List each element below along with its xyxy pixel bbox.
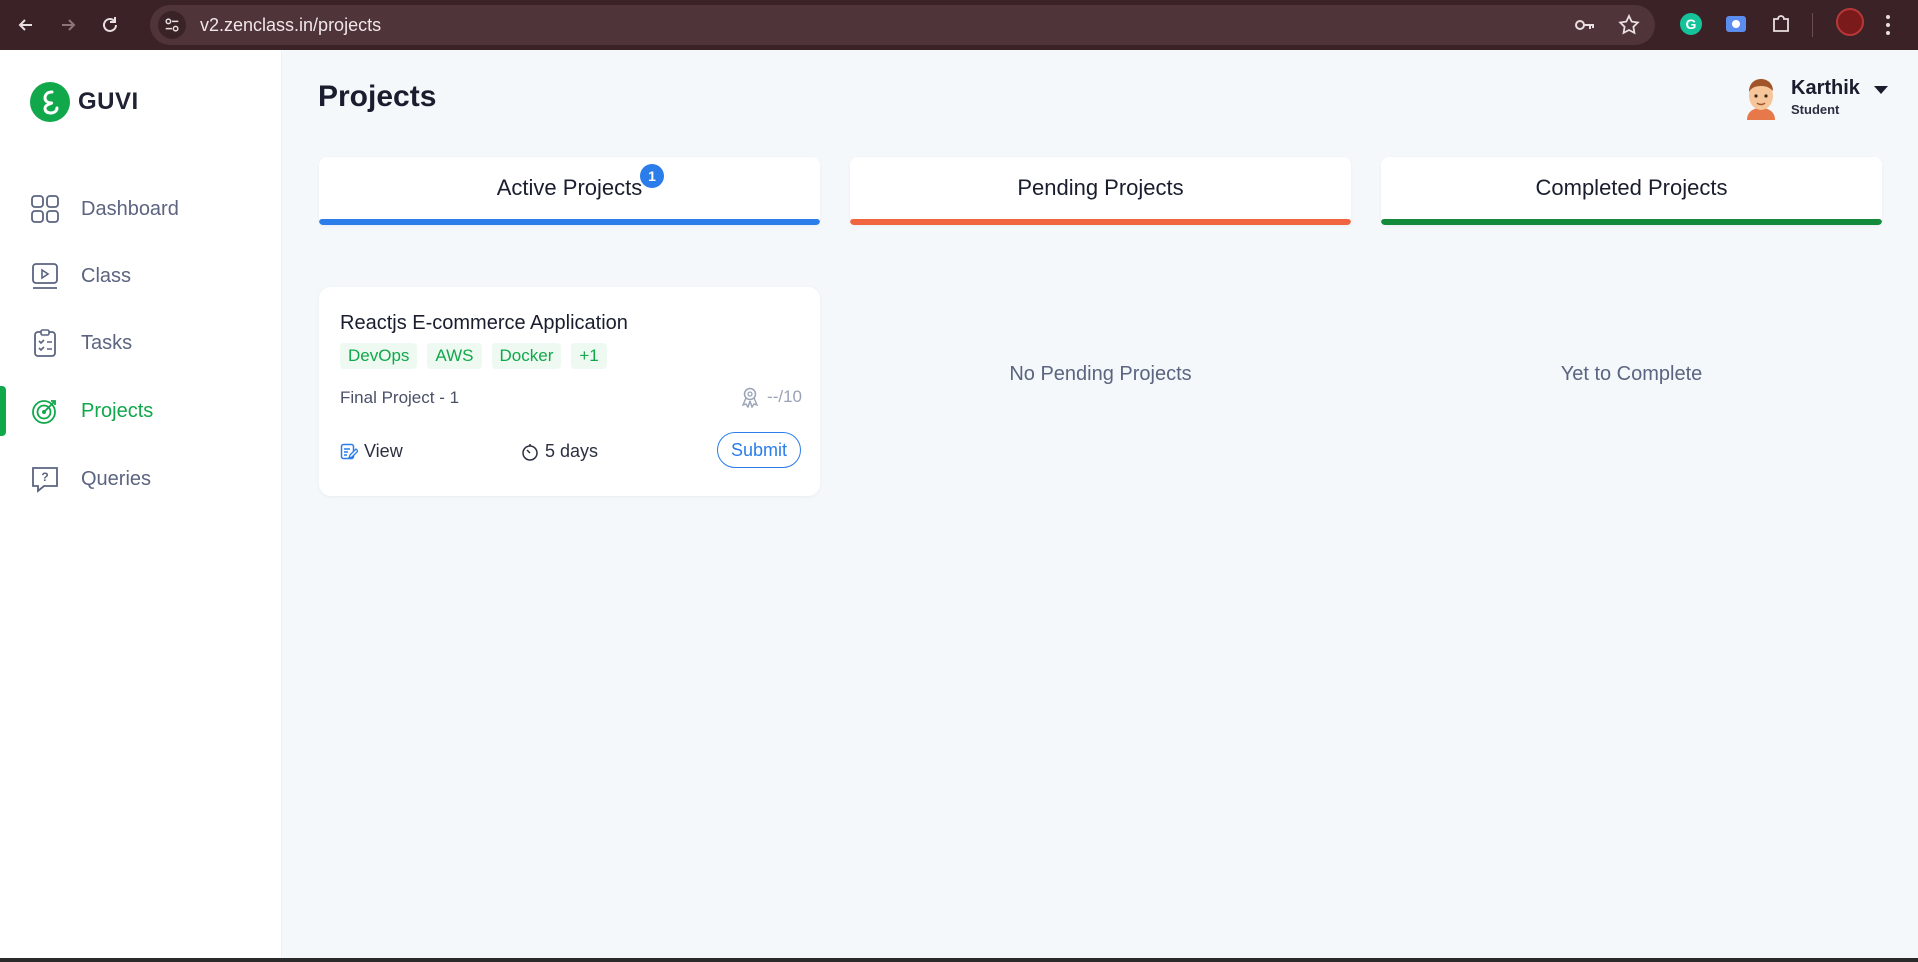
completed-empty-text: Yet to Complete <box>1560 363 1703 385</box>
tag: Docker <box>491 343 562 369</box>
brand[interactable]: GUVI <box>30 82 139 122</box>
browser-profile-avatar[interactable] <box>1836 8 1864 36</box>
sidebar-item-label: Queries <box>81 467 152 490</box>
tab-underline <box>319 219 820 225</box>
brand-name: GUVI <box>78 88 139 115</box>
avatar <box>1747 79 1775 120</box>
browser-toolbar: v2.zenclass.in/projects G <box>0 0 1918 50</box>
user-name: Karthik <box>1791 77 1860 99</box>
sidebar-item-class[interactable]: Class <box>0 251 282 301</box>
project-card: Reactjs E-commerce Application DevOps AW… <box>319 287 820 496</box>
tab-label: Pending Projects <box>1017 175 1184 200</box>
score: --/10 <box>739 386 802 408</box>
screen-capture-extension-icon[interactable] <box>1721 9 1751 39</box>
sidebar-item-label: Tasks <box>81 331 133 354</box>
sidebar-item-queries[interactable]: ? Queries <box>0 454 282 504</box>
toolbar-separator <box>1812 13 1813 37</box>
tab-completed-projects[interactable]: Completed Projects <box>1381 157 1882 225</box>
bookmark-star-icon[interactable] <box>1617 13 1641 37</box>
sidebar-item-label: Projects <box>81 399 154 422</box>
active-count-badge: 1 <box>640 164 664 188</box>
tech-tags: DevOps AWS Docker +1 <box>340 343 607 369</box>
browser-menu-icon[interactable] <box>1882 10 1894 40</box>
sidebar-item-label: Dashboard <box>81 197 179 220</box>
url-text[interactable]: v2.zenclass.in/projects <box>200 15 381 36</box>
tag: DevOps <box>340 343 418 369</box>
extensions-puzzle-icon[interactable] <box>1766 9 1796 39</box>
award-ribbon-icon <box>741 387 759 408</box>
timer-icon <box>522 443 538 461</box>
window-bottom-edge <box>0 958 1918 962</box>
reload-icon[interactable] <box>96 11 124 39</box>
active-indicator <box>0 386 6 436</box>
forward-icon[interactable] <box>54 11 82 39</box>
back-icon[interactable] <box>12 11 40 39</box>
guvi-logo-icon <box>30 82 70 122</box>
tag-more[interactable]: +1 <box>571 343 607 369</box>
password-key-icon[interactable] <box>1573 13 1597 37</box>
address-bar[interactable]: v2.zenclass.in/projects <box>150 5 1655 45</box>
tab-underline <box>1381 219 1882 225</box>
site-info-icon[interactable] <box>158 11 186 39</box>
grammarly-extension-icon[interactable]: G <box>1676 9 1706 39</box>
edit-document-icon <box>340 443 358 459</box>
page-title: Projects <box>318 80 437 113</box>
clipboard-tasks-icon <box>34 329 56 357</box>
sidebar: GUVI Dashboard Class Tasks Projects ? Qu… <box>0 50 282 962</box>
view-label: View <box>364 441 403 461</box>
duration-label: 5 days <box>545 441 599 461</box>
user-menu[interactable]: Karthik Student <box>1742 74 1892 122</box>
target-projects-icon <box>32 400 56 424</box>
svg-text:G: G <box>1686 16 1697 32</box>
sidebar-item-projects[interactable]: Projects <box>0 386 282 436</box>
project-title: Reactjs E-commerce Application <box>340 312 628 334</box>
tag: AWS <box>427 343 482 369</box>
view-button[interactable]: View <box>340 441 403 462</box>
dashboard-grid-icon <box>31 195 59 223</box>
video-class-icon <box>32 263 58 289</box>
project-subtitle: Final Project - 1 <box>340 388 460 407</box>
chevron-down-icon[interactable] <box>1874 86 1888 94</box>
tab-pending-projects[interactable]: Pending Projects <box>850 157 1351 225</box>
pending-empty-text: No Pending Projects <box>1009 363 1192 385</box>
question-chat-icon: ? <box>32 467 58 493</box>
tab-label: Active Projects <box>496 175 643 200</box>
svg-text:?: ? <box>41 470 48 484</box>
tab-underline <box>850 219 1351 225</box>
submit-button[interactable]: Submit <box>717 432 801 468</box>
tab-active-projects[interactable]: Active Projects <box>319 157 820 225</box>
user-role: Student <box>1791 102 1840 117</box>
sidebar-item-label: Class <box>81 264 132 287</box>
sidebar-item-dashboard[interactable]: Dashboard <box>0 184 282 234</box>
duration: 5 days <box>521 441 598 462</box>
tab-label: Completed Projects <box>1535 175 1728 200</box>
score-value: --/10 <box>767 387 802 406</box>
sidebar-item-tasks[interactable]: Tasks <box>0 318 282 368</box>
